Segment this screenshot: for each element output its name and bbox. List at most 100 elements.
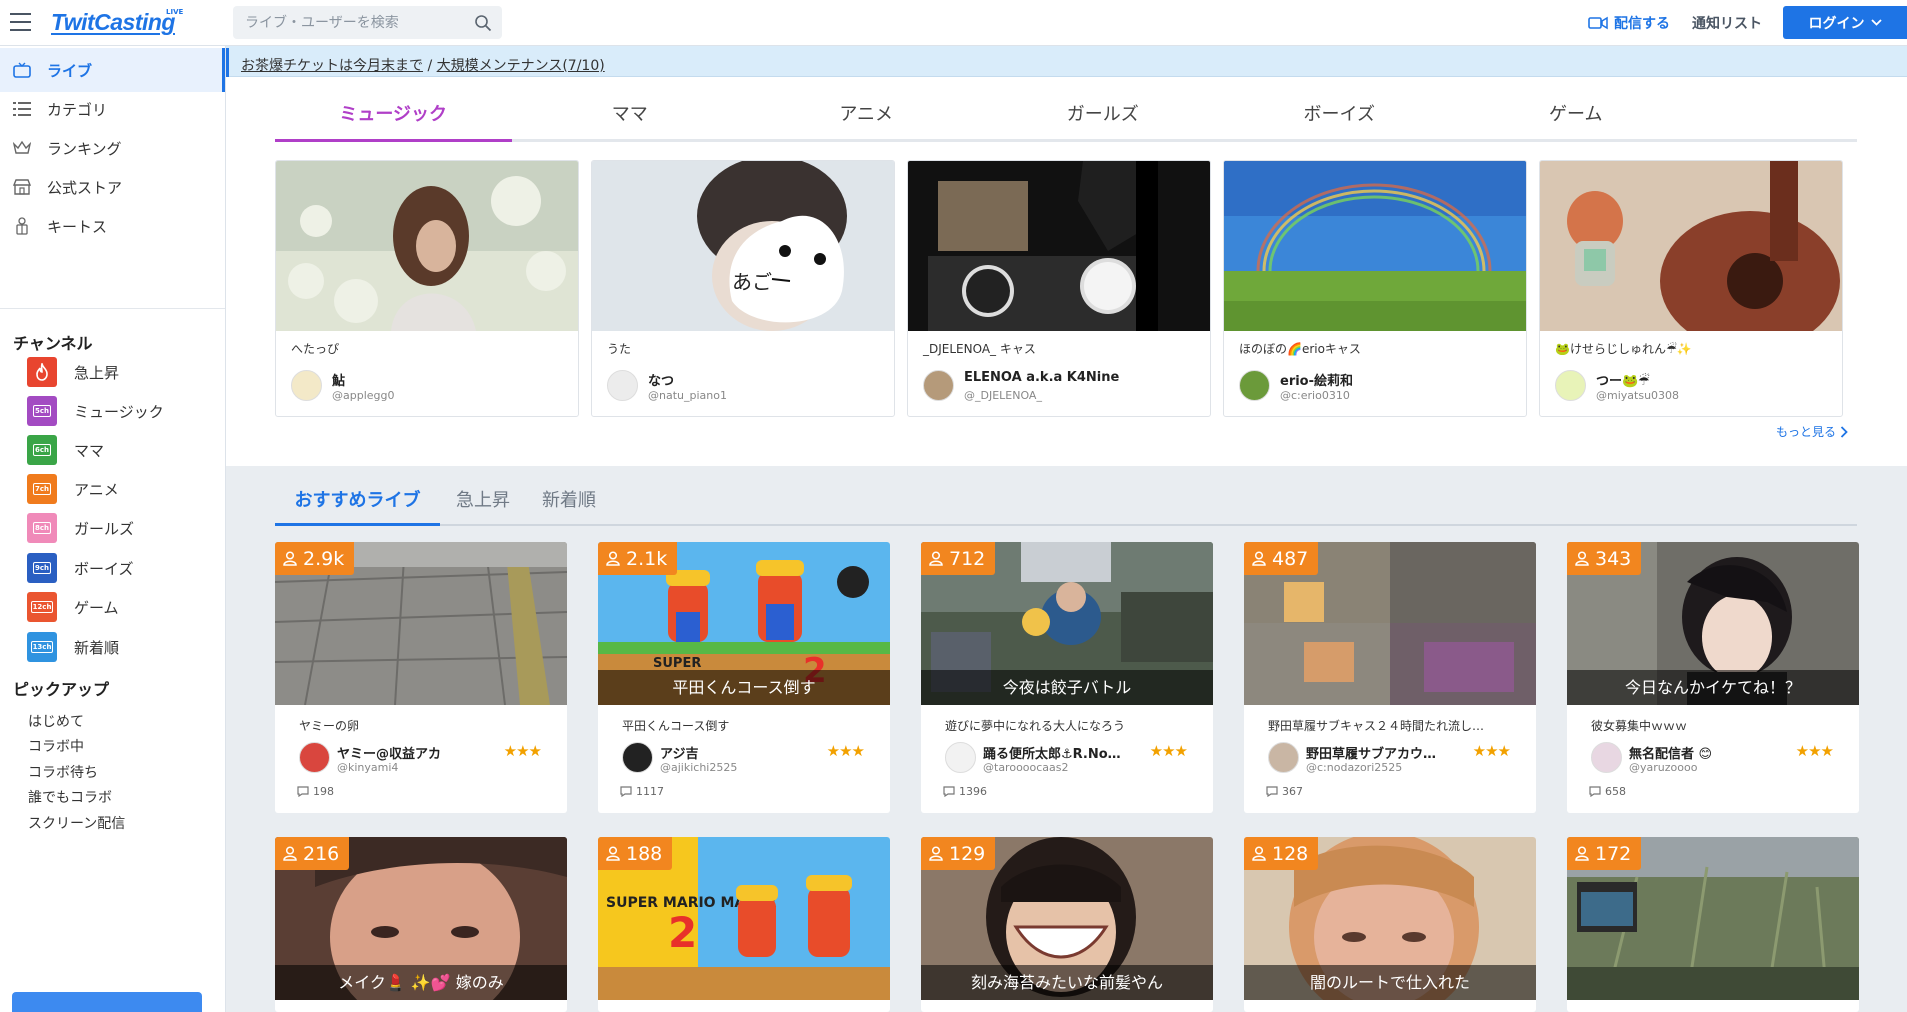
notice-link-tickets[interactable]: お茶爆チケットは今月末まで xyxy=(241,58,423,74)
category-card[interactable]: ほのぼの🌈erioキャス erio-絵莉和 @c:erio0310 xyxy=(1223,160,1527,417)
category-tabs: ミュージック ママ アニメ ガールズ ボーイズ ゲーム xyxy=(275,98,1857,142)
channel-5ch-icon: 5ch xyxy=(27,396,57,426)
live-card[interactable]: 2.9k ヤミーの卵 ヤミー@収益アカ @kinyami4 ★★★ 198 xyxy=(275,542,567,813)
live-card[interactable]: SUPER MARIO MAKER 2 188 xyxy=(598,837,890,1012)
avatar xyxy=(1555,370,1586,401)
card-userid: @miyatsu0308 xyxy=(1596,389,1680,402)
tab-newest[interactable]: 新着順 xyxy=(526,476,612,524)
search-input[interactable] xyxy=(233,6,463,39)
tab-mama[interactable]: ママ xyxy=(512,98,749,139)
tab-recommended[interactable]: おすすめライブ xyxy=(275,476,440,526)
sidebar-item-category[interactable]: カテゴリ xyxy=(0,87,225,131)
tab-game[interactable]: ゲーム xyxy=(1458,98,1695,139)
tab-boys[interactable]: ボーイズ xyxy=(1221,98,1458,139)
pickup-item-beginner[interactable]: はじめて xyxy=(28,711,84,731)
sidebar-item-label: キートス xyxy=(47,217,108,236)
sidebar-item-label: カテゴリ xyxy=(47,100,108,119)
channel-label: アニメ xyxy=(74,480,119,499)
live-card[interactable]: 129 刻み海苔みたいな前髪やん xyxy=(921,837,1213,1012)
channel-item-music[interactable]: 5ch ミュージック xyxy=(27,394,164,428)
viewer-count: 129 xyxy=(949,842,986,865)
comment-icon xyxy=(943,786,955,797)
card-username: なつ xyxy=(648,374,675,389)
card-username: 鮎 xyxy=(332,374,346,389)
tv-icon xyxy=(12,60,32,80)
card-userid: @_DJELENOA_ xyxy=(964,389,1042,402)
svg-text:2: 2 xyxy=(668,908,697,957)
category-card[interactable]: へたっぴ 鮎 @applegg0 xyxy=(275,160,579,417)
person-icon xyxy=(283,551,297,566)
stream-thumbnail xyxy=(908,161,1210,331)
notification-list-link[interactable]: 通知リスト xyxy=(1692,13,1762,33)
sidebar-item-ranking[interactable]: ランキング xyxy=(0,126,225,170)
comment-count: 1117 xyxy=(620,785,664,798)
sidebar-item-kiitos[interactable]: キートス xyxy=(0,204,225,248)
channel-item-girls[interactable]: 8ch ガールズ xyxy=(27,511,134,545)
category-section: ミュージック ママ アニメ ガールズ ボーイズ ゲーム へたっぴ 鮎 @appl… xyxy=(226,77,1907,466)
pickup-item-collab-wait[interactable]: コラボ待ち xyxy=(28,762,98,782)
sidebar-item-live[interactable]: ライブ xyxy=(0,48,225,92)
store-icon xyxy=(12,177,32,197)
live-card[interactable]: SUPER2 2.1k 平田くんコース倒す 平田くんコース倒す アジ吉 @aji… xyxy=(598,542,890,813)
live-title: 平田くんコース倒す xyxy=(622,719,730,733)
rating-stars: ★★★ xyxy=(1149,742,1188,760)
avatar xyxy=(1239,370,1270,401)
stream-thumbnail: あご xyxy=(592,161,894,331)
person-icon xyxy=(1252,551,1266,566)
logo[interactable]: TwitCasting xyxy=(51,9,175,36)
channel-9ch-icon: 9ch xyxy=(27,553,57,583)
sidebar-item-store[interactable]: 公式ストア xyxy=(0,165,225,209)
live-card[interactable]: 487 野田草履サブキャス２４時間たれ流し… 野田草履サブアカウ… @c:nod… xyxy=(1244,542,1536,813)
viewer-count: 216 xyxy=(303,842,340,865)
pickup-item-screen-cast[interactable]: スクリーン配信 xyxy=(28,813,125,833)
card-title: へたっぴ xyxy=(291,342,340,356)
search-box xyxy=(233,6,502,39)
live-card[interactable]: 128 闇のルートで仕入れた xyxy=(1244,837,1536,1012)
menu-icon[interactable] xyxy=(10,13,31,31)
channel-item-game[interactable]: 12ch ゲーム xyxy=(27,590,119,624)
category-card[interactable]: 🐸けせらじしゅれん☔✨ つー🐸☔ @miyatsu0308 xyxy=(1539,160,1843,417)
notice-link-maintenance[interactable]: 大規模メンテナンス(7/10) xyxy=(437,58,605,74)
channel-item-anime[interactable]: 7ch アニメ xyxy=(27,472,119,506)
viewer-count: 712 xyxy=(949,547,986,570)
card-title: _DJELENOA_ キャス xyxy=(923,342,1036,356)
person-icon xyxy=(929,846,943,861)
channel-item-trending[interactable]: 急上昇 xyxy=(27,355,119,389)
live-card[interactable]: 216 メイク💄 ✨💕 嫁のみ xyxy=(275,837,567,1012)
viewer-count-badge: 216 xyxy=(275,837,350,870)
category-card[interactable]: あご うた なつ @natu_piano1 xyxy=(591,160,895,417)
channel-item-boys[interactable]: 9ch ボーイズ xyxy=(27,551,134,585)
promo-banner[interactable] xyxy=(12,992,202,1012)
search-icon[interactable] xyxy=(474,14,492,32)
live-card[interactable]: 172 xyxy=(1567,837,1859,1012)
live-card[interactable]: 712 今夜は餃子バトル 遊びに夢中になれる大人になろう 踊る便所太郎⚓R.No… xyxy=(921,542,1213,813)
fire-icon xyxy=(27,357,57,387)
live-card[interactable]: 343 今日なんかイケてね！？ 彼女募集中ｗｗｗ 無名配信者 😊 @yaruzo… xyxy=(1567,542,1859,813)
tab-music[interactable]: ミュージック xyxy=(275,98,512,142)
person-icon xyxy=(606,551,620,566)
channel-label: ゲーム xyxy=(74,598,119,617)
viewer-count-badge: 129 xyxy=(921,837,996,870)
comment-count: 367 xyxy=(1266,785,1303,798)
live-caption: メイク💄 ✨💕 嫁のみ xyxy=(275,965,567,1000)
channel-item-mama[interactable]: 6ch ママ xyxy=(27,433,104,467)
login-button[interactable]: ログイン xyxy=(1783,6,1907,39)
broadcast-button[interactable]: 配信する xyxy=(1588,13,1670,33)
pickup-item-collab-now[interactable]: コラボ中 xyxy=(28,736,84,756)
logo-live-tag: LIVE xyxy=(166,8,184,16)
see-more-link[interactable]: もっと見る xyxy=(1776,423,1848,440)
viewer-count: 128 xyxy=(1272,842,1309,865)
tab-girls[interactable]: ガールズ xyxy=(985,98,1222,139)
card-title: 🐸けせらじしゅれん☔✨ xyxy=(1555,342,1692,356)
avatar xyxy=(945,742,976,773)
tab-trending[interactable]: 急上昇 xyxy=(440,476,526,524)
stream-thumbnail xyxy=(1540,161,1842,351)
channel-item-new[interactable]: 13ch 新着順 xyxy=(27,630,119,664)
pickup-item-open-collab[interactable]: 誰でもコラボ xyxy=(28,787,112,807)
card-title: ほのぼの🌈erioキャス xyxy=(1239,342,1361,356)
category-card[interactable]: _DJELENOA_ キャス ELENOA a.k.a K4Nine @_DJE… xyxy=(907,160,1211,417)
tab-anime[interactable]: アニメ xyxy=(748,98,985,139)
live-title: 遊びに夢中になれる大人になろう xyxy=(945,719,1126,733)
live-username: 無名配信者 😊 xyxy=(1629,747,1713,762)
comment-count: 658 xyxy=(1589,785,1626,798)
